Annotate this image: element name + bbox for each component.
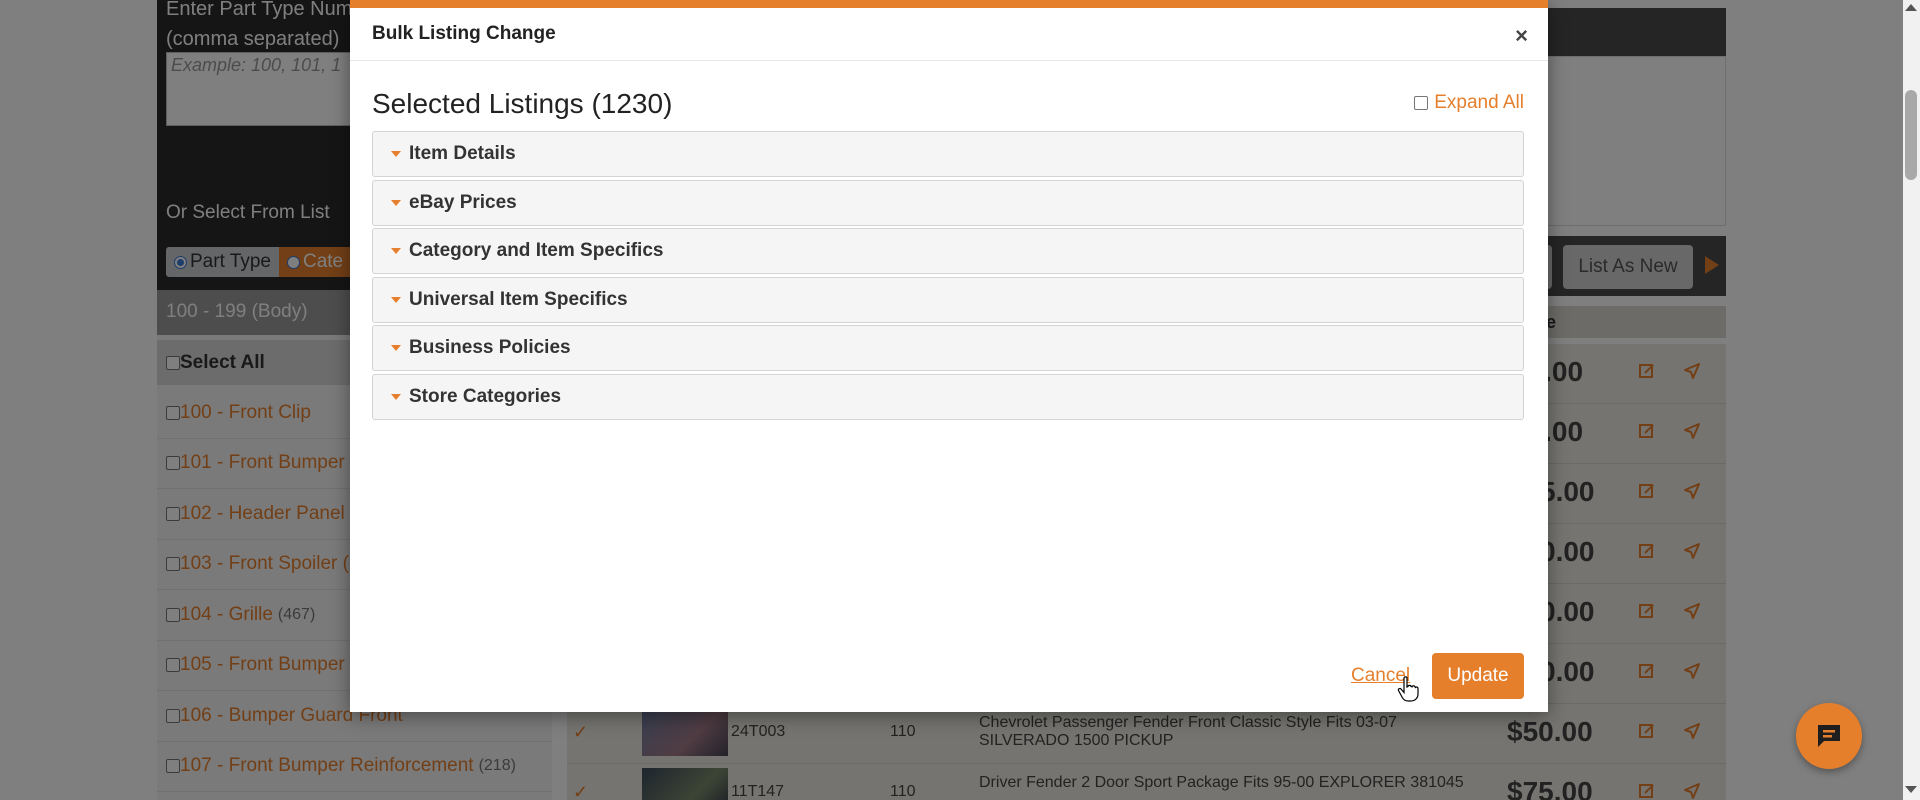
section-label: Business Policies — [409, 337, 571, 358]
scrollbar-thumb[interactable] — [1905, 90, 1917, 180]
caret-down-icon — [391, 393, 401, 400]
section-label: Category and Item Specifics — [409, 240, 664, 261]
section-store-categories[interactable]: Store Categories — [372, 373, 1524, 420]
scroll-down-arrow-icon[interactable] — [1905, 786, 1917, 793]
section-business-policies[interactable]: Business Policies — [372, 325, 1524, 371]
update-button[interactable]: Update — [1432, 653, 1524, 699]
modal-header: Bulk Listing Change — [350, 8, 1548, 61]
expand-all-toggle[interactable]: Expand All — [1414, 92, 1524, 114]
caret-down-icon — [391, 345, 401, 351]
expand-all-label[interactable]: Expand All — [1434, 92, 1524, 114]
section-category-item-specifics[interactable]: Category and Item Specifics — [372, 228, 1524, 274]
section-ebay-prices[interactable]: eBay Prices — [372, 179, 1524, 226]
section-label: Universal Item Specifics — [409, 288, 628, 310]
section-universal-item-specifics[interactable]: Universal Item Specifics — [372, 276, 1524, 323]
chat-button[interactable] — [1796, 703, 1862, 769]
caret-down-icon — [391, 199, 401, 206]
chat-bubble-icon — [1818, 725, 1840, 747]
accordion-sections: Item Details eBay Prices Category and It… — [372, 131, 1524, 422]
close-icon[interactable]: × — [1515, 25, 1528, 47]
modal-title: Bulk Listing Change — [372, 23, 556, 44]
caret-down-icon — [391, 296, 401, 303]
expand-all-checkbox[interactable] — [1414, 96, 1429, 110]
section-label: eBay Prices — [409, 191, 517, 213]
selected-listings-heading: Selected Listings (1230) — [372, 88, 673, 119]
section-item-details[interactable]: Item Details — [372, 131, 1524, 177]
section-label: Item Details — [409, 143, 516, 164]
caret-down-icon — [391, 248, 401, 254]
section-label: Store Categories — [409, 385, 562, 407]
scroll-up-arrow-icon[interactable] — [1905, 4, 1917, 11]
bulk-listing-change-dialog: Bulk Listing Change × Selected Listings … — [350, 0, 1548, 712]
hand-cursor-icon — [1397, 676, 1419, 702]
caret-down-icon — [391, 151, 401, 157]
